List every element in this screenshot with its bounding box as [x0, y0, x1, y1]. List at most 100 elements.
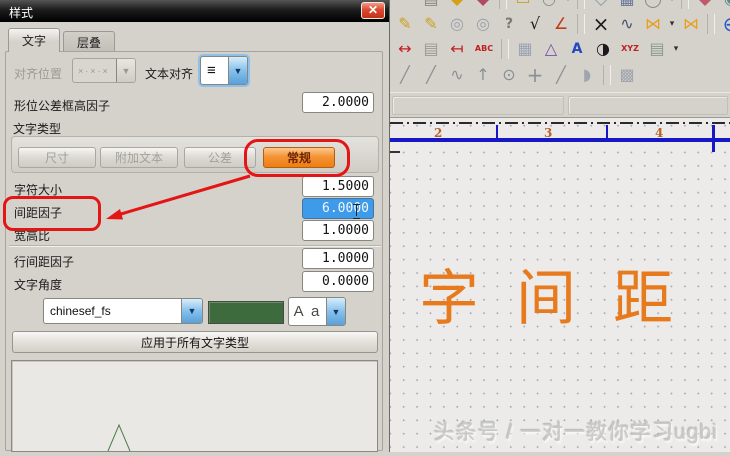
- text-angle-input[interactable]: [302, 271, 374, 292]
- spacing-factor-input[interactable]: [302, 198, 374, 219]
- char-size-input[interactable]: [302, 176, 374, 197]
- type-appended-text-button[interactable]: 附加文本: [100, 147, 178, 168]
- solid-box-icon[interactable]: ▩: [614, 63, 640, 87]
- angle-measure-icon[interactable]: ∠: [548, 12, 574, 36]
- preview-glyph-triangle: [107, 423, 131, 452]
- centerline: [390, 122, 730, 124]
- dialog-title: 样式: [9, 6, 34, 20]
- align-position-select[interactable]: ×·×·× ▼: [72, 58, 136, 83]
- toolbar-separator: [577, 0, 585, 9]
- arrow-curve-icon[interactable]: ↑: [470, 63, 496, 87]
- empty-toolbar-slot: [568, 96, 728, 115]
- spline-icon[interactable]: ∿: [444, 63, 470, 87]
- close-icon: ✕: [367, 3, 379, 17]
- type-tolerance-button[interactable]: 公差: [184, 147, 256, 168]
- delete-x-icon[interactable]: ×: [588, 12, 614, 36]
- chevron-down-icon[interactable]: ▼: [326, 298, 345, 325]
- ruler-icon[interactable]: ▭: [510, 0, 536, 11]
- protractor-icon[interactable]: ◔: [536, 0, 562, 11]
- target-point-icon[interactable]: ⊕: [718, 12, 730, 36]
- wrench-tool-icon[interactable]: ◆: [444, 0, 470, 11]
- drawing-canvas[interactable]: 2 3 4 字 间 距 头条号 / 一对一教你学习ugbi: [390, 117, 730, 452]
- pin-icon[interactable]: ◆: [692, 0, 718, 11]
- grid-icon[interactable]: ▦: [512, 37, 538, 61]
- toolbar-row-2: ✎✎◎◎?√∠×∿⋈▾⋈⊕▾▣▾: [392, 12, 730, 36]
- gdt-frame-height-input[interactable]: [302, 92, 374, 113]
- text-align-select[interactable]: ≡ ▼: [200, 56, 248, 85]
- char-size-label: 字符大小: [14, 183, 63, 197]
- segment-icon[interactable]: ╱: [548, 63, 574, 87]
- magnifier-plane-icon[interactable]: ◎: [444, 12, 470, 36]
- view-rotate-icon[interactable]: ◉: [718, 0, 730, 11]
- line-icon[interactable]: ╱: [392, 63, 418, 87]
- canvas-character: 字: [419, 266, 479, 332]
- triangle-icon[interactable]: △: [538, 37, 564, 61]
- dropdown-icon[interactable]: ▾: [666, 0, 678, 11]
- app-screen: { "dialog": { "title": "样式", "close_glyp…: [0, 0, 730, 452]
- paint-tool-icon[interactable]: ◆: [470, 0, 496, 11]
- dimension-x-icon[interactable]: ↤: [444, 37, 470, 61]
- type-dimension-button[interactable]: 尺寸: [18, 147, 96, 168]
- alignment-pattern-icon: ×·×·×: [78, 65, 110, 76]
- tab-text[interactable]: 文字: [8, 28, 61, 52]
- style-dialog: 样式 ✕ 文字 层叠 对齐位置 ×·×·× ▼ 文本对齐 ≡ ▼ 形位公差框高因…: [0, 0, 390, 452]
- toolbar-separator: [499, 0, 507, 9]
- help-icon[interactable]: ◯: [640, 0, 666, 11]
- border-tick: [712, 125, 715, 152]
- font-select[interactable]: chinesef_fs ▼: [43, 298, 203, 324]
- zoom-plane-icon[interactable]: ◎: [470, 12, 496, 36]
- curve-blend-icon[interactable]: ∿: [614, 12, 640, 36]
- table-icon[interactable]: ▦: [614, 0, 640, 11]
- sqrt-check-icon[interactable]: √: [522, 12, 548, 36]
- surface-icon[interactable]: ◗: [574, 63, 600, 87]
- plus-icon[interactable]: +: [522, 63, 548, 87]
- plane-icon[interactable]: ◇: [588, 0, 614, 11]
- tab-stack[interactable]: 层叠: [63, 31, 116, 52]
- close-button[interactable]: ✕: [361, 2, 385, 19]
- text-leader-icon[interactable]: A: [564, 37, 590, 61]
- line-spacing-input[interactable]: [302, 248, 374, 269]
- chevron-down-icon[interactable]: ▼: [181, 299, 202, 323]
- toolbar-separator: [681, 0, 689, 9]
- coordinate-xyz-icon[interactable]: XYZ: [616, 37, 644, 61]
- aspect-ratio-input[interactable]: [302, 220, 374, 241]
- align-position-label: 对齐位置: [14, 67, 63, 81]
- pencil-icon[interactable]: ✎: [418, 12, 444, 36]
- circle-center-icon[interactable]: ⊙: [496, 63, 522, 87]
- query-icon[interactable]: ?: [496, 12, 522, 36]
- dialog-titlebar[interactable]: 样式 ✕: [0, 0, 389, 22]
- toolbar-row-4: ╱ ╱ ∿ ↑ ⊙ + ╱ ◗ ▩: [392, 63, 640, 87]
- dropdown-icon[interactable]: ▾: [666, 12, 678, 36]
- pencil-erase-icon[interactable]: ✎: [392, 12, 418, 36]
- note-edit-icon[interactable]: ▤: [418, 0, 444, 11]
- dropdown-icon[interactable]: ▾: [562, 0, 574, 11]
- note-icon[interactable]: ▤: [644, 37, 670, 61]
- border-tick: [606, 125, 608, 139]
- dropdown-icon[interactable]: ▾: [670, 37, 682, 61]
- canvas-character: 间: [516, 266, 576, 332]
- line-spacing-label: 行间距因子: [14, 255, 75, 269]
- color-swatch-button[interactable]: [208, 301, 284, 324]
- apply-all-text-types-button[interactable]: 应用于所有文字类型: [12, 331, 378, 353]
- empty-toolbar-slot: [392, 96, 564, 115]
- type-general-button[interactable]: 常规: [263, 147, 335, 168]
- chevron-down-icon[interactable]: ▼: [228, 57, 247, 84]
- aspect-ratio-label: 宽高比: [14, 229, 51, 243]
- dimension-text-icon[interactable]: ABC: [470, 37, 498, 61]
- inclined-line-icon[interactable]: ╱: [418, 63, 444, 87]
- gdt-frame-height-label: 形位公差框高因子: [14, 99, 111, 113]
- mirror-edit-icon[interactable]: ⋈: [678, 12, 704, 36]
- mirror-icon[interactable]: ⋈: [640, 12, 666, 36]
- text-type-label: 文字类型: [13, 122, 62, 136]
- toolbar-separator: [577, 14, 585, 34]
- datum-target-icon[interactable]: ◑: [590, 37, 616, 61]
- font-name-value: chinesef_fs: [50, 304, 111, 318]
- sheet-edit-icon[interactable]: ▤: [418, 37, 444, 61]
- toolbar-separator: [603, 65, 611, 85]
- spacing-factor-label: 间距因子: [14, 206, 63, 220]
- text-angle-label: 文字角度: [14, 278, 63, 292]
- dimension-icon[interactable]: ↔: [392, 37, 418, 61]
- tab-bar: 文字 层叠: [8, 28, 116, 52]
- toolbar-row-3: ↔ ▤ ↤ ABC ▦ △ A ◑ XYZ ▤ ▾: [392, 37, 682, 61]
- case-select[interactable]: A a ▼: [288, 297, 346, 326]
